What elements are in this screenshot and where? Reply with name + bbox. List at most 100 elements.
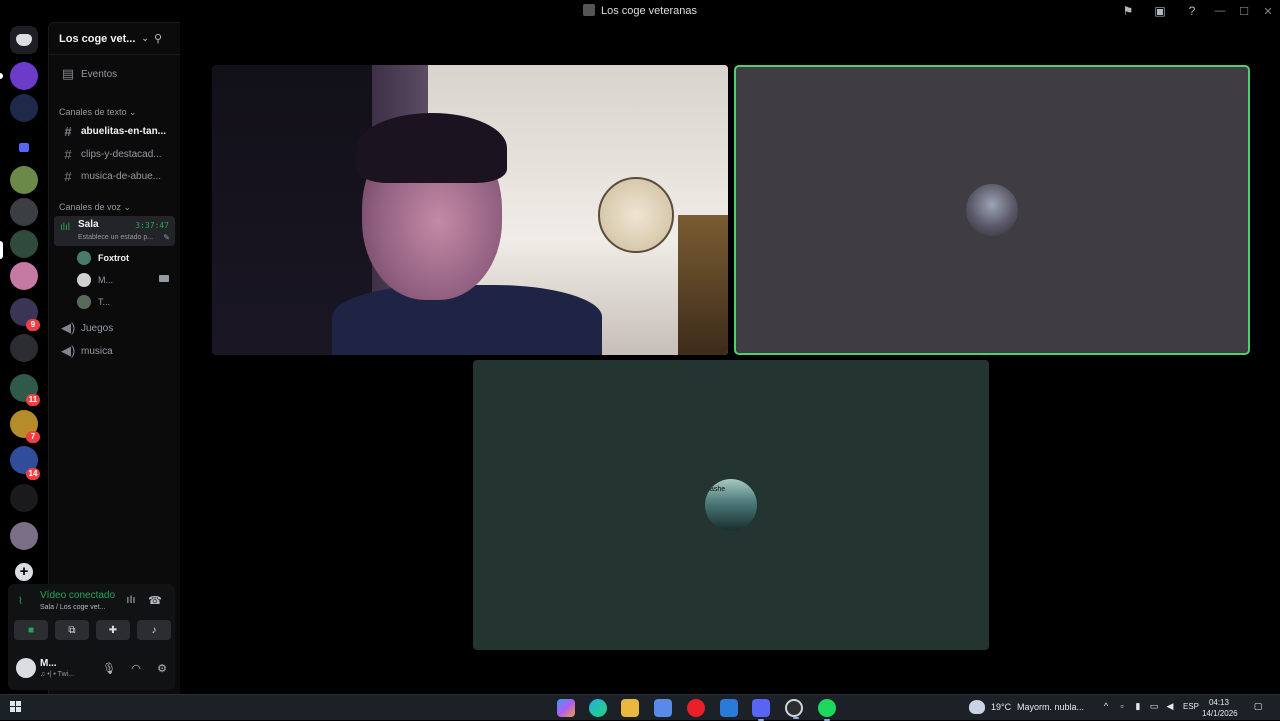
outlook-icon[interactable] [720, 699, 738, 717]
server-7[interactable] [10, 230, 38, 258]
tray-icon[interactable]: ▫ [1116, 701, 1128, 713]
add-server-button[interactable]: + [15, 563, 33, 581]
window-title: Los coge veteranas [0, 4, 1280, 17]
server-14[interactable] [10, 484, 38, 512]
microphone-icon[interactable]: 🎙︎ [102, 662, 116, 676]
signal-icon[interactable]: ⌇ [18, 596, 30, 608]
chevron-up-icon[interactable]: ^ [1100, 701, 1112, 713]
voice-connection-location[interactable]: Sala / Los coge vet... [40, 604, 105, 611]
server-pelk[interactable] [10, 94, 38, 122]
channel-abuelitas[interactable]: # abuelitas-en-tan... [55, 121, 175, 141]
video-tile-green[interactable]: ashe [473, 360, 989, 650]
add-member-icon[interactable]: ⚲ [154, 32, 168, 46]
settings-icon[interactable]: ⚙ [155, 662, 169, 676]
maximize-icon[interactable]: ☐ [1232, 0, 1256, 22]
camera-button[interactable]: ■ [14, 620, 48, 640]
weather-temp[interactable]: 19°C [991, 702, 1011, 712]
channel-musica-de-abue[interactable]: # musica-de-abue... [55, 166, 175, 186]
voice-channel-musica[interactable]: ◀) musica [55, 341, 175, 361]
spotify-icon[interactable] [818, 699, 836, 721]
voice-category-label: Canales de voz [59, 202, 122, 212]
video-stage: ashe [181, 22, 1280, 694]
server-csgo-skins[interactable] [10, 62, 38, 90]
server-10[interactable] [10, 334, 38, 362]
clock[interactable]: 04:13 14/1/2026 [1202, 697, 1238, 719]
minimize-icon[interactable]: — [1208, 0, 1232, 22]
text-category[interactable]: Canales de texto ⌄ [59, 107, 137, 118]
disconnect-icon[interactable]: ☎ [148, 594, 162, 608]
voice-user-m[interactable]: M... [77, 271, 173, 289]
server-6[interactable] [10, 198, 38, 226]
voice-channel-sala[interactable]: ılıl Sala 3:37:47 Establece un estado p.… [54, 216, 175, 246]
hash-icon: # [64, 146, 72, 162]
server-13-badge: 14 [26, 468, 40, 480]
avatar [77, 295, 91, 309]
inbox-flag-icon[interactable]: ⚑ [1112, 0, 1144, 22]
voice-connection-status[interactable]: Vídeo conectado [40, 590, 115, 601]
notifications-icon[interactable]: ▢ [1252, 701, 1264, 713]
channel-label: Juegos [81, 322, 114, 334]
headphones-icon[interactable]: ◠ [129, 662, 143, 676]
language-indicator[interactable]: ESP [1183, 702, 1199, 711]
channel-label: clips-y-destacad... [81, 148, 162, 160]
channel-label: musica-de-abue... [81, 170, 162, 182]
file-explorer-icon[interactable] [621, 699, 639, 717]
activities-button[interactable]: ✚ [96, 620, 130, 640]
network-icon[interactable]: ▭ [1148, 701, 1160, 713]
guild-header[interactable]: Los coge vet... ⌄ ⚲ [49, 23, 180, 55]
speaker-icon: ◀) [61, 343, 76, 358]
windows-start-icon[interactable] [10, 701, 22, 713]
noise-suppression-icon[interactable]: ıIı [124, 594, 138, 608]
avatar[interactable] [16, 658, 36, 678]
avatar [77, 273, 91, 287]
voice-channel-name: Sala [78, 219, 99, 230]
text-category-label: Canales de texto [59, 107, 127, 117]
plus-icon: + [19, 563, 29, 580]
avatar [77, 251, 91, 265]
screen-icon[interactable]: ▣ [1144, 0, 1176, 22]
store-icon[interactable] [654, 699, 672, 717]
help-icon[interactable]: ? [1176, 0, 1208, 22]
windows-taskbar: 19°C Mayorm. nubla... ^ ▫ ▮ ▭ ◀ ESP 04:1… [0, 694, 1280, 721]
discord-icon[interactable] [752, 699, 770, 721]
channel-clips[interactable]: # clips-y-destacad... [55, 144, 175, 164]
close-icon[interactable]: ✕ [1256, 0, 1280, 22]
user-name[interactable]: M... [40, 658, 57, 669]
video-tile-camera[interactable] [212, 65, 728, 355]
server-folder[interactable] [10, 134, 38, 162]
video-tile-grey[interactable] [734, 65, 1250, 355]
server-8[interactable] [10, 262, 38, 290]
camera-icon: ■ [27, 624, 35, 636]
folder-icon [19, 143, 29, 152]
opera-icon[interactable] [687, 699, 705, 717]
chrome-icon[interactable] [785, 699, 803, 719]
discord-logo-icon [16, 34, 32, 46]
edge-icon[interactable] [589, 699, 607, 717]
discord-home-button[interactable] [10, 26, 38, 54]
server-15[interactable] [10, 522, 38, 550]
voice-user-foxtrot[interactable]: Foxtrot [77, 249, 173, 267]
soundboard-button[interactable]: ♪ [137, 620, 171, 640]
voice-user-name: T... [98, 297, 111, 307]
screenshare-button[interactable]: ⧉ [55, 620, 89, 640]
weather-desc[interactable]: Mayorm. nubla... [1017, 702, 1084, 712]
microphone-icon[interactable]: ▮ [1132, 701, 1144, 713]
voice-user-t[interactable]: T... [77, 293, 173, 311]
server-icon [582, 4, 595, 16]
pencil-icon[interactable]: ✎ [163, 233, 170, 242]
volume-icon[interactable]: ◀ [1164, 701, 1176, 713]
voice-user-name: M... [98, 275, 113, 285]
events-item[interactable]: ▤ Eventos [55, 64, 175, 84]
voice-actions: ■ ⧉ ✚ ♪ [14, 620, 171, 640]
voice-channel-juegos[interactable]: ◀) Juegos [55, 318, 175, 338]
soundboard-icon: ♪ [151, 624, 157, 636]
clock-date: 14/1/2026 [1202, 709, 1238, 718]
voice-category[interactable]: Canales de voz ⌄ [59, 202, 131, 213]
copilot-icon[interactable] [557, 699, 575, 717]
wall-shelf [678, 215, 728, 355]
server-5[interactable] [10, 166, 38, 194]
events-label: Eventos [81, 68, 118, 80]
weather-icon[interactable] [969, 700, 985, 714]
window-title-text: Los coge veteranas [600, 5, 697, 17]
participant-avatar: ashe [705, 479, 757, 531]
